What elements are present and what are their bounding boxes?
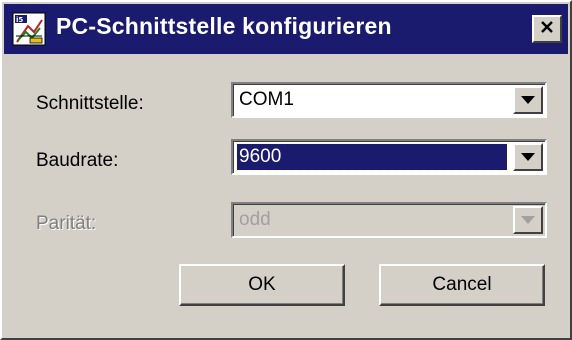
close-icon [540, 20, 554, 39]
baudrate-select-value: 9600 [236, 143, 508, 171]
parity-select: odd [231, 202, 547, 238]
baudrate-label: Baudrate: [36, 150, 119, 171]
parity-dropdown-button [513, 206, 543, 234]
interface-select[interactable]: COM1 [231, 82, 547, 118]
interface-label: Schnittstelle: [36, 93, 144, 114]
ok-button[interactable]: OK [179, 264, 345, 306]
chevron-down-icon [521, 211, 535, 229]
title-bar[interactable]: i5 PC-Schnittstelle konfigurieren [4, 4, 568, 54]
chevron-down-icon [521, 148, 535, 166]
cancel-button[interactable]: Cancel [379, 264, 545, 306]
parity-label: Parität: [36, 213, 97, 234]
close-button[interactable] [532, 15, 562, 43]
baudrate-select[interactable]: 9600 [231, 139, 547, 175]
svg-text:i5: i5 [16, 16, 23, 24]
baudrate-dropdown-button[interactable] [513, 143, 543, 171]
interface-select-value: COM1 [239, 89, 294, 110]
window-title: PC-Schnittstelle konfigurieren [56, 13, 392, 39]
config-dialog: i5 PC-Schnittstelle konfigurieren Schnit… [0, 0, 572, 340]
parity-select-value: odd [239, 209, 271, 230]
app-config-icon: i5 [12, 12, 46, 46]
interface-dropdown-button[interactable] [513, 86, 543, 114]
chevron-down-icon [521, 91, 535, 109]
